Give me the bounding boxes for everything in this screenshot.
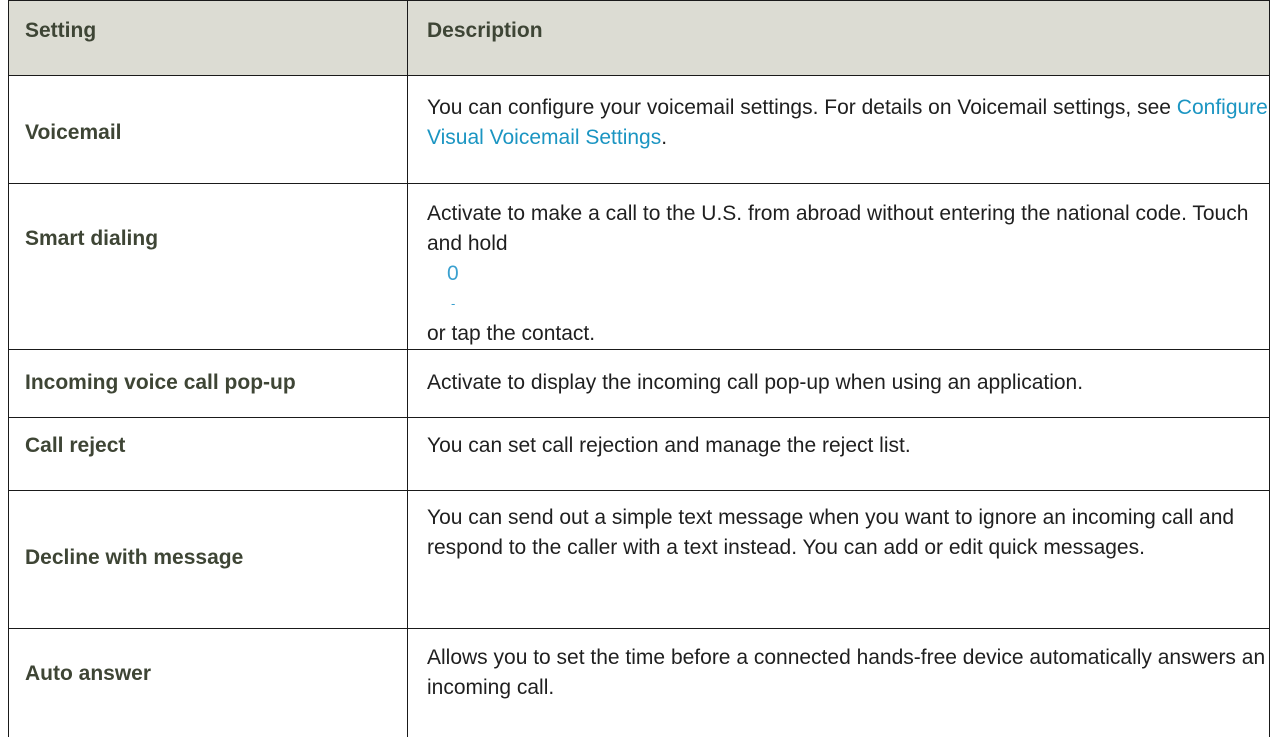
setting-description-auto-answer: Allows you to set the time before a conn… [407,628,1270,737]
table-row: Call reject You can set call rejection a… [8,417,1270,491]
setting-description-call-reject: You can set call rejection and manage th… [407,417,1270,491]
settings-table: Setting Description Voicemail You can co… [8,0,1270,737]
setting-description-decline-with-message: You can send out a simple text message w… [407,490,1270,629]
table-header-row: Setting Description [8,0,1270,76]
setting-name-decline-with-message: Decline with message [8,490,408,629]
setting-name-auto-answer: Auto answer [8,628,408,737]
setting-description-smart-dialing: Activate to make a call to the U.S. from… [407,183,1270,350]
zero-key-sublabel: - [451,296,457,311]
zero-key-icon: 0- [447,259,1255,319]
header-setting: Setting [8,0,408,76]
description-after: . [661,126,668,149]
table-row: Incoming voice call pop-up Activate to d… [8,349,1270,418]
table-row: Voicemail You can configure your voicema… [8,75,1270,184]
table-row: Decline with message You can send out a … [8,490,1270,629]
description-before: You can configure your voicemail setting… [427,96,1177,119]
table-row: Auto answer Allows you to set the time b… [8,628,1270,737]
setting-name-call-reject: Call reject [8,417,408,491]
zero-key-label: 0 [447,262,460,285]
header-description: Description [407,0,1270,76]
description-text: You can configure your voicemail setting… [427,96,1268,149]
setting-name-smart-dialing: Smart dialing [8,183,408,350]
description-before: Activate to make a call to the U.S. from… [427,202,1249,255]
description-after: or tap the contact. [427,322,596,345]
setting-name-voicemail: Voicemail [8,75,408,184]
setting-name-incoming-popup: Incoming voice call pop-up [8,349,408,418]
setting-description-voicemail: You can configure your voicemail setting… [407,75,1270,184]
setting-description-incoming-popup: Activate to display the incoming call po… [407,349,1270,418]
table-row: Smart dialing Activate to make a call to… [8,183,1270,350]
